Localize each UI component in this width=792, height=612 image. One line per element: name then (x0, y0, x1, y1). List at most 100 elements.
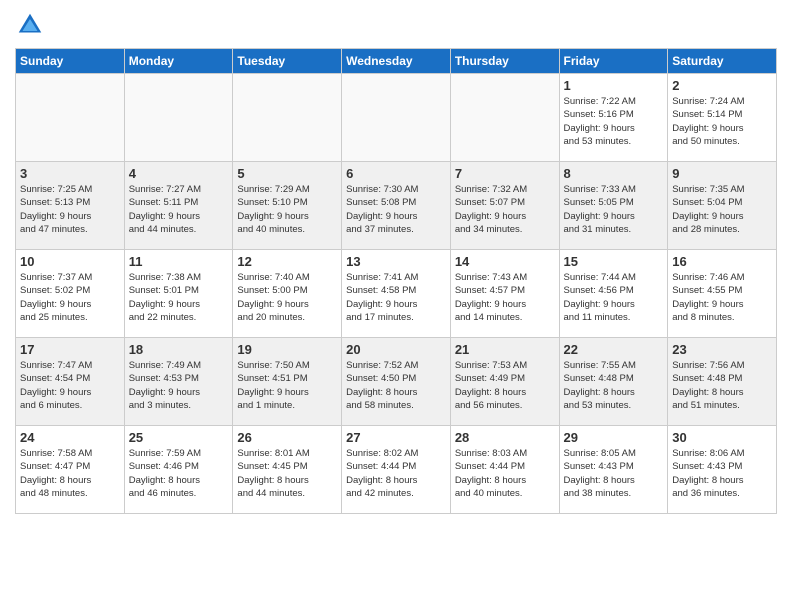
calendar-cell: 14 Sunrise: 7:43 AM Sunset: 4:57 PM Dayli… (450, 250, 559, 338)
calendar-cell: 7 Sunrise: 7:32 AM Sunset: 5:07 PM Daylig… (450, 162, 559, 250)
calendar-cell: 9 Sunrise: 7:35 AM Sunset: 5:04 PM Daylig… (668, 162, 777, 250)
logo-icon (15, 10, 45, 40)
calendar-cell: 18 Sunrise: 7:49 AM Sunset: 4:53 PM Dayli… (124, 338, 233, 426)
calendar-header-row: SundayMondayTuesdayWednesdayThursdayFrid… (16, 49, 777, 74)
calendar-cell: 5 Sunrise: 7:29 AM Sunset: 5:10 PM Daylig… (233, 162, 342, 250)
day-number: 13 (346, 254, 446, 269)
day-number: 11 (129, 254, 229, 269)
calendar-cell: 17Sunrise: 7:47 AM Sunset: 4:54 PM Dayli… (16, 338, 125, 426)
calendar-cell: 4 Sunrise: 7:27 AM Sunset: 5:11 PM Daylig… (124, 162, 233, 250)
day-info: Sunrise: 7:32 AM Sunset: 5:07 PM Dayligh… (455, 183, 555, 236)
day-number: 28 (455, 430, 555, 445)
day-info: Sunrise: 7:58 AM Sunset: 4:47 PM Dayligh… (20, 447, 120, 500)
calendar-cell: 22 Sunrise: 7:55 AM Sunset: 4:48 PM Dayli… (559, 338, 668, 426)
day-info: Sunrise: 7:46 AM Sunset: 4:55 PM Dayligh… (672, 271, 772, 324)
day-number: 9 (672, 166, 772, 181)
day-info: Sunrise: 7:25 AM Sunset: 5:13 PM Dayligh… (20, 183, 120, 236)
calendar-cell (342, 74, 451, 162)
day-number: 22 (564, 342, 664, 357)
calendar-cell: 1Sunrise: 7:22 AM Sunset: 5:16 PM Daylig… (559, 74, 668, 162)
day-number: 7 (455, 166, 555, 181)
day-number: 29 (564, 430, 664, 445)
day-number: 1 (564, 78, 664, 93)
day-info: Sunrise: 7:55 AM Sunset: 4:48 PM Dayligh… (564, 359, 664, 412)
day-number: 16 (672, 254, 772, 269)
calendar-cell (16, 74, 125, 162)
calendar-week-row: 10 Sunrise: 7:37 AM Sunset: 5:02 PM Dayli… (16, 250, 777, 338)
day-info: Sunrise: 7:49 AM Sunset: 4:53 PM Dayligh… (129, 359, 229, 412)
calendar-cell: 29 Sunrise: 8:05 AM Sunset: 4:43 PM Dayli… (559, 426, 668, 514)
day-info: Sunrise: 7:38 AM Sunset: 5:01 PM Dayligh… (129, 271, 229, 324)
day-number: 18 (129, 342, 229, 357)
calendar-cell: 26 Sunrise: 8:01 AM Sunset: 4:45 PM Dayli… (233, 426, 342, 514)
day-number: 10 (20, 254, 120, 269)
calendar-cell (124, 74, 233, 162)
day-number: 25 (129, 430, 229, 445)
calendar-cell: 3 Sunrise: 7:25 AM Sunset: 5:13 PM Daylig… (16, 162, 125, 250)
day-info: Sunrise: 7:50 AM Sunset: 4:51 PM Dayligh… (237, 359, 337, 412)
day-info: Sunrise: 7:44 AM Sunset: 4:56 PM Dayligh… (564, 271, 664, 324)
day-number: 19 (237, 342, 337, 357)
day-number: 15 (564, 254, 664, 269)
day-info: Sunrise: 7:53 AM Sunset: 4:49 PM Dayligh… (455, 359, 555, 412)
day-number: 14 (455, 254, 555, 269)
day-number: 5 (237, 166, 337, 181)
calendar-cell (450, 74, 559, 162)
day-number: 8 (564, 166, 664, 181)
calendar-cell: 12 Sunrise: 7:40 AM Sunset: 5:00 PM Dayli… (233, 250, 342, 338)
calendar-week-row: 3 Sunrise: 7:25 AM Sunset: 5:13 PM Daylig… (16, 162, 777, 250)
logo (15, 10, 49, 40)
calendar-cell: 11 Sunrise: 7:38 AM Sunset: 5:01 PM Dayli… (124, 250, 233, 338)
page-container: SundayMondayTuesdayWednesdayThursdayFrid… (0, 0, 792, 524)
day-info: Sunrise: 7:41 AM Sunset: 4:58 PM Dayligh… (346, 271, 446, 324)
calendar-cell: 10 Sunrise: 7:37 AM Sunset: 5:02 PM Dayli… (16, 250, 125, 338)
day-number: 23 (672, 342, 772, 357)
day-info: Sunrise: 7:24 AM Sunset: 5:14 PM Dayligh… (672, 95, 772, 148)
day-info: Sunrise: 7:56 AM Sunset: 4:48 PM Dayligh… (672, 359, 772, 412)
col-header-wednesday: Wednesday (342, 49, 451, 74)
calendar-cell: 27Sunrise: 8:02 AM Sunset: 4:44 PM Dayli… (342, 426, 451, 514)
calendar-cell: 21 Sunrise: 7:53 AM Sunset: 4:49 PM Dayli… (450, 338, 559, 426)
day-info: Sunrise: 7:30 AM Sunset: 5:08 PM Dayligh… (346, 183, 446, 236)
day-number: 26 (237, 430, 337, 445)
day-info: Sunrise: 8:06 AM Sunset: 4:43 PM Dayligh… (672, 447, 772, 500)
calendar-cell: 24 Sunrise: 7:58 AM Sunset: 4:47 PM Dayli… (16, 426, 125, 514)
day-info: Sunrise: 8:05 AM Sunset: 4:43 PM Dayligh… (564, 447, 664, 500)
day-info: Sunrise: 8:03 AM Sunset: 4:44 PM Dayligh… (455, 447, 555, 500)
day-number: 12 (237, 254, 337, 269)
day-number: 27 (346, 430, 446, 445)
day-info: Sunrise: 7:37 AM Sunset: 5:02 PM Dayligh… (20, 271, 120, 324)
day-info: Sunrise: 7:52 AM Sunset: 4:50 PM Dayligh… (346, 359, 446, 412)
calendar-cell: 19 Sunrise: 7:50 AM Sunset: 4:51 PM Dayli… (233, 338, 342, 426)
col-header-thursday: Thursday (450, 49, 559, 74)
day-number: 4 (129, 166, 229, 181)
calendar-cell: 30 Sunrise: 8:06 AM Sunset: 4:43 PM Dayli… (668, 426, 777, 514)
day-number: 21 (455, 342, 555, 357)
day-info: Sunrise: 7:35 AM Sunset: 5:04 PM Dayligh… (672, 183, 772, 236)
calendar-week-row: 1Sunrise: 7:22 AM Sunset: 5:16 PM Daylig… (16, 74, 777, 162)
page-header (15, 10, 777, 40)
day-info: Sunrise: 7:29 AM Sunset: 5:10 PM Dayligh… (237, 183, 337, 236)
calendar-cell: 20Sunrise: 7:52 AM Sunset: 4:50 PM Dayli… (342, 338, 451, 426)
col-header-monday: Monday (124, 49, 233, 74)
col-header-saturday: Saturday (668, 49, 777, 74)
calendar-cell: 23 Sunrise: 7:56 AM Sunset: 4:48 PM Dayli… (668, 338, 777, 426)
day-number: 3 (20, 166, 120, 181)
day-info: Sunrise: 7:27 AM Sunset: 5:11 PM Dayligh… (129, 183, 229, 236)
calendar-cell (233, 74, 342, 162)
day-info: Sunrise: 7:59 AM Sunset: 4:46 PM Dayligh… (129, 447, 229, 500)
day-info: Sunrise: 8:01 AM Sunset: 4:45 PM Dayligh… (237, 447, 337, 500)
day-number: 24 (20, 430, 120, 445)
calendar-cell: 8Sunrise: 7:33 AM Sunset: 5:05 PM Daylig… (559, 162, 668, 250)
day-number: 2 (672, 78, 772, 93)
day-number: 30 (672, 430, 772, 445)
calendar-cell: 6Sunrise: 7:30 AM Sunset: 5:08 PM Daylig… (342, 162, 451, 250)
day-info: Sunrise: 7:40 AM Sunset: 5:00 PM Dayligh… (237, 271, 337, 324)
day-number: 17 (20, 342, 120, 357)
calendar-cell: 25 Sunrise: 7:59 AM Sunset: 4:46 PM Dayli… (124, 426, 233, 514)
col-header-friday: Friday (559, 49, 668, 74)
day-info: Sunrise: 7:43 AM Sunset: 4:57 PM Dayligh… (455, 271, 555, 324)
calendar-cell: 13 Sunrise: 7:41 AM Sunset: 4:58 PM Dayli… (342, 250, 451, 338)
calendar-week-row: 17Sunrise: 7:47 AM Sunset: 4:54 PM Dayli… (16, 338, 777, 426)
calendar-table: SundayMondayTuesdayWednesdayThursdayFrid… (15, 48, 777, 514)
